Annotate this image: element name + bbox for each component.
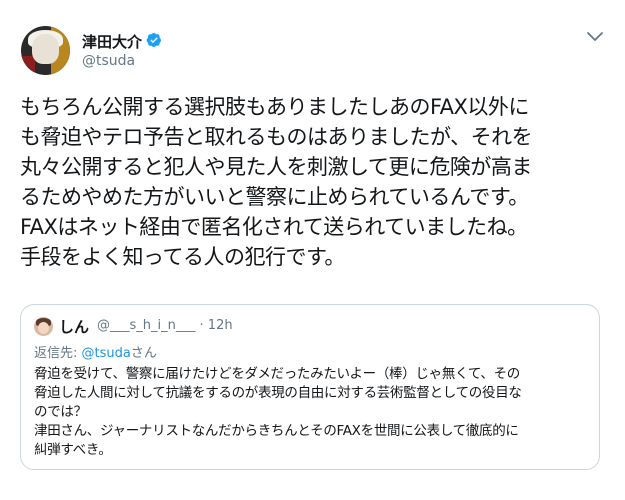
quoted-author-handle: @___s_h_i_n___ (97, 318, 196, 333)
chevron-down-icon[interactable] (586, 30, 604, 44)
reply-to-link[interactable]: @tsuda (82, 346, 131, 361)
quoted-timestamp: 12h (207, 318, 233, 333)
quoted-author-name: しん (59, 318, 90, 336)
avatar-face-shape (38, 322, 49, 334)
quoted-text-line: 糾弾すべき。 (34, 442, 112, 458)
quoted-tweet-text: 脅迫を受けて、警察に届けたけどをダメだったみたいよー（棒）じゃ無くて、その 脅迫… (34, 365, 594, 460)
avatar-face-shape (32, 34, 59, 64)
quoted-author-meta: @___s_h_i_n___ · 12h (97, 318, 233, 333)
reply-context: 返信先: @tsudaさん (34, 342, 157, 361)
tweet: 津田大介 @tsuda もちろん公開する選択肢もありましたしあのFAX以外に も… (0, 0, 625, 500)
tweet-text: もちろん公開する選択肢もありましたしあのFAX以外に も脅迫やテロ予告と取れるも… (20, 92, 610, 272)
tweet-text-line: FAXはネット経由で匿名化されて送られていましたね。 (20, 215, 528, 239)
avatar-book-shape (21, 56, 35, 75)
tweet-text-line: 丸々公開すると犯人や見た人を刺激して更に危険が高ま (20, 155, 532, 179)
quoted-text-line: 脅迫を受けて、警察に届けたけどをダメだったみたいよー（棒）じゃ無くて、その (34, 366, 520, 382)
tweet-text-line: も脅迫やテロ予告と取れるものはありましたが、それを (20, 125, 533, 149)
quoted-text-line: のでは？ (34, 404, 87, 420)
tweet-text-line: るためやめた方がいいと警察に止められているんです。 (20, 185, 529, 209)
reply-suffix: さん (130, 346, 157, 361)
verified-badge-icon (146, 33, 161, 47)
reply-prefix: 返信先: (34, 346, 82, 361)
author-avatar[interactable] (21, 26, 70, 75)
author-handle[interactable]: @tsuda (82, 53, 135, 69)
author-name[interactable]: 津田大介 (82, 31, 142, 52)
quoted-tweet[interactable]: しん @___s_h_i_n___ · 12h 返信先: @tsudaさん 脅迫… (20, 304, 600, 470)
quoted-author-avatar (34, 317, 53, 336)
tweet-text-line: もちろん公開する選択肢もありましたしあのFAX以外に (20, 95, 529, 119)
meta-separator: · (199, 318, 204, 333)
tweet-text-line: 手段をよく知ってる人の犯行です。 (20, 245, 345, 269)
quoted-text-line: 津田さん、ジャーナリストなんだからきちんとそのFAXを世間に公表して徹底的に (34, 423, 519, 439)
quoted-text-line: 脅迫した人間に対して抗議をするのが表現の自由に対する芸術監督としての役目な (34, 385, 522, 401)
